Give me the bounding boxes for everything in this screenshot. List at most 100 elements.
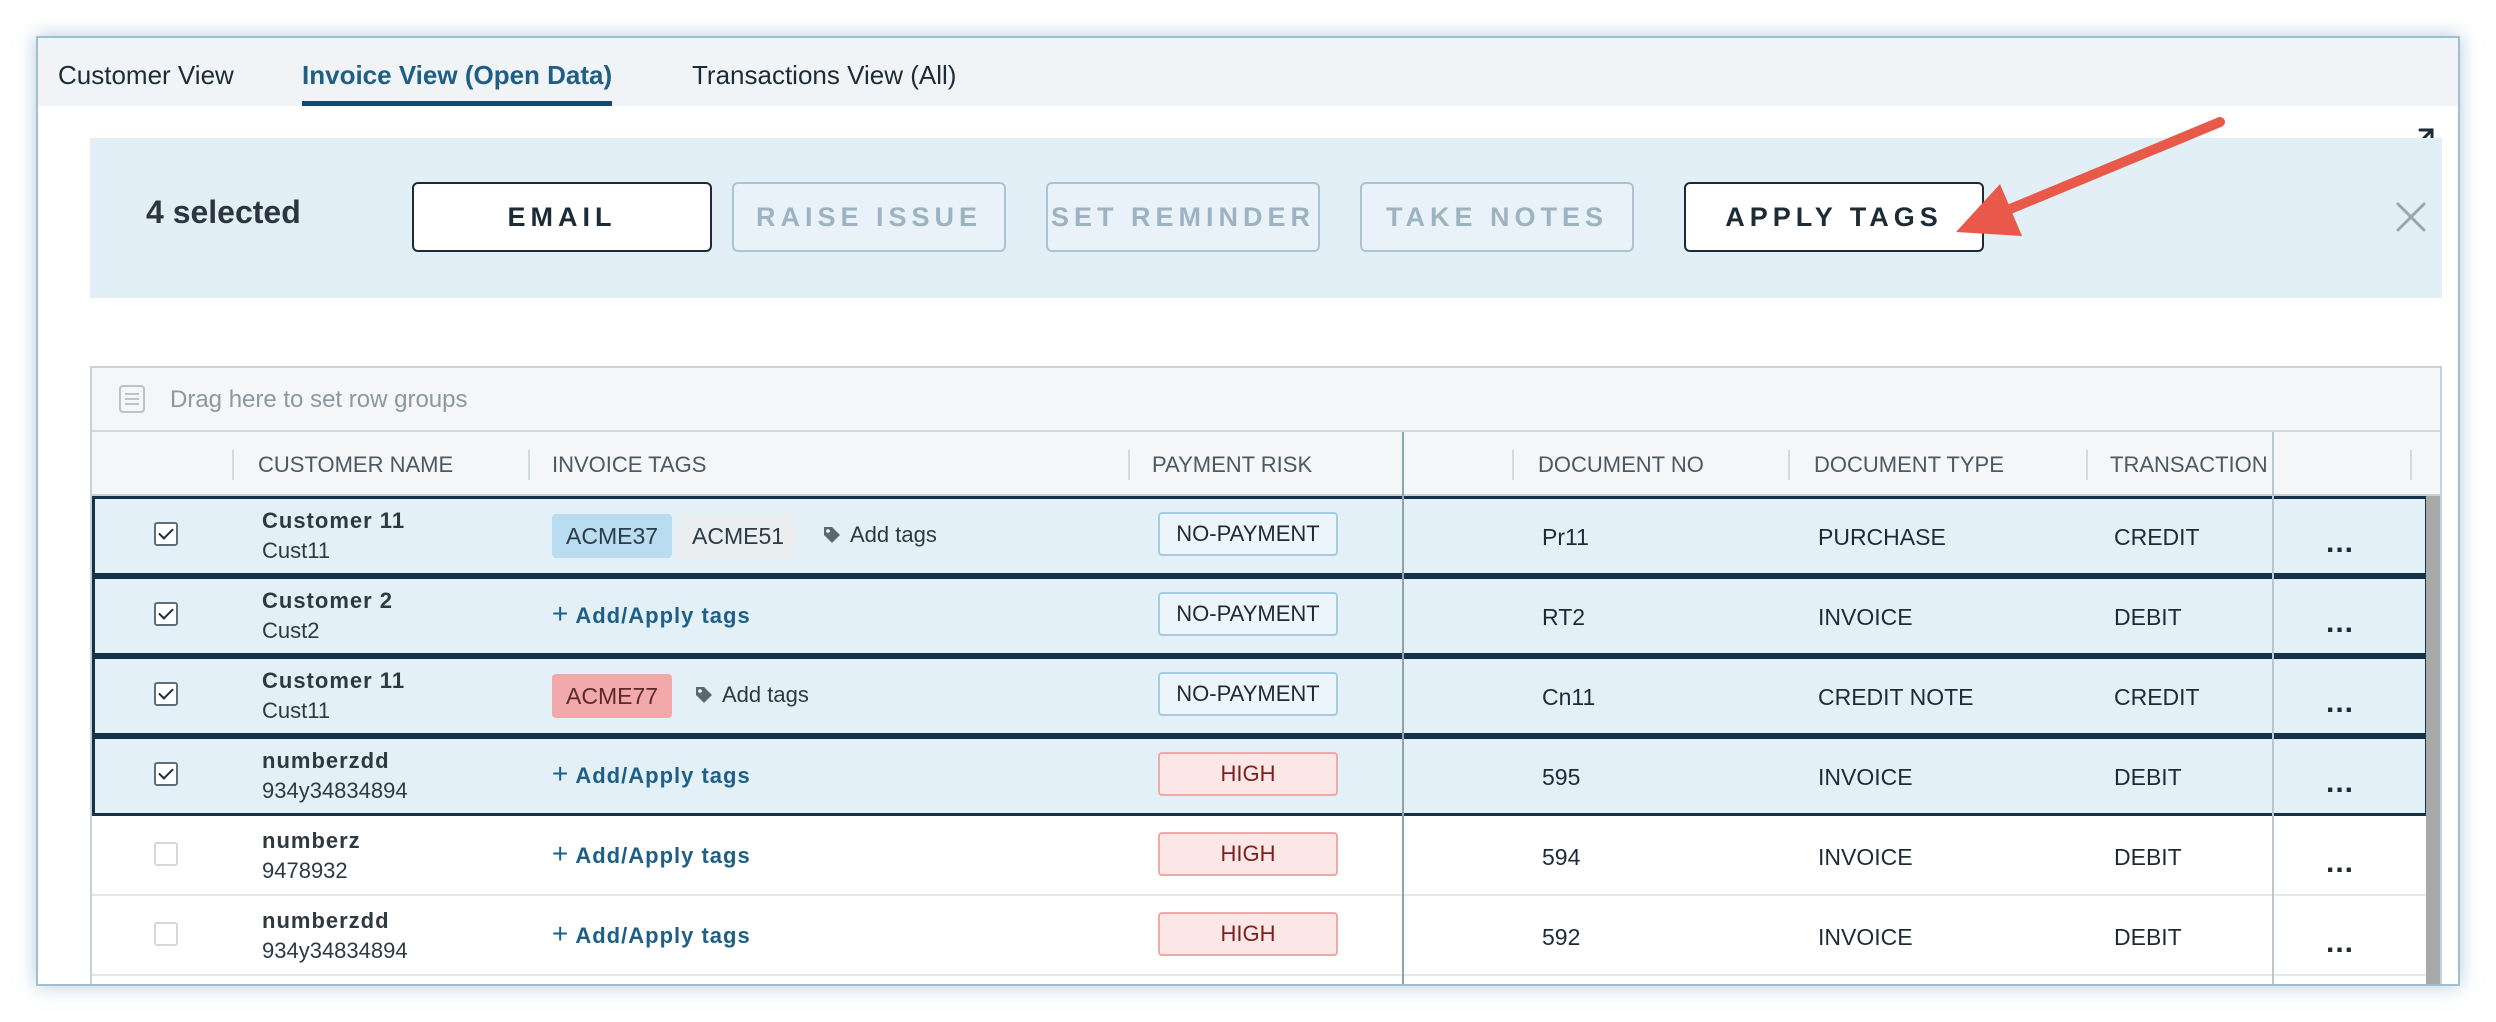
document-type: PURCHASE — [1818, 524, 1946, 550]
document-no: 592 — [1542, 924, 1581, 950]
add-apply-tags-button[interactable]: + Add/Apply tags — [552, 598, 751, 630]
document-type: CREDIT NOTE — [1818, 684, 1974, 710]
table-row[interactable]: numberzdd 934y34834894 + Add/Apply tags H… — [92, 736, 2428, 816]
row-group-icon — [119, 385, 145, 413]
transaction-type: DEBIT — [2114, 604, 2182, 630]
table-row[interactable]: numberzdd 934y34834894 + Add/Apply tags H… — [92, 896, 2428, 976]
transaction-type: CREDIT — [2114, 684, 2200, 710]
set-reminder-button[interactable]: SET REMINDER — [1046, 182, 1320, 252]
customer-name: numberz — [262, 828, 361, 853]
customer-name: numberzdd — [262, 748, 390, 773]
row-group-panel[interactable]: Drag here to set row groups — [92, 368, 2440, 432]
tab-transactions-view[interactable]: Transactions View (All) — [692, 60, 956, 106]
header-separator — [1512, 450, 1514, 480]
add-tags-button[interactable]: Add tags — [822, 522, 937, 548]
plus-icon: + — [552, 918, 570, 949]
plus-icon: + — [552, 838, 570, 869]
add-tags-button[interactable]: Add tags — [694, 682, 809, 708]
header-document-type[interactable]: DOCUMENT TYPE — [1814, 452, 2004, 478]
raise-issue-button[interactable]: RAISE ISSUE — [732, 182, 1006, 252]
row-checkbox[interactable] — [154, 922, 178, 946]
row-checkbox[interactable] — [154, 602, 178, 626]
add-tags-label: Add tags — [722, 682, 809, 707]
header-separator — [1128, 450, 1130, 480]
payment-risk-badge: NO-PAYMENT — [1158, 512, 1338, 556]
app-window: Customer View Invoice View (Open Data) T… — [36, 36, 2460, 986]
vertical-scrollbar[interactable] — [2426, 496, 2440, 984]
customer-name: Customer 11 — [262, 668, 406, 693]
add-apply-tags-label: Add/Apply tags — [575, 923, 751, 948]
document-no: 594 — [1542, 844, 1581, 870]
customer-name: Customer 11 — [262, 508, 406, 533]
customer-id: Cust11 — [262, 698, 331, 723]
selected-count: 4 selected — [146, 194, 301, 230]
add-apply-tags-button[interactable]: + Add/Apply tags — [552, 838, 751, 870]
row-checkbox[interactable] — [154, 762, 178, 786]
row-actions-menu[interactable]: ... — [2326, 926, 2354, 960]
row-group-placeholder: Drag here to set row groups — [170, 386, 468, 413]
take-notes-button[interactable]: TAKE NOTES — [1360, 182, 1634, 252]
invoice-tag[interactable]: ACME77 — [552, 674, 673, 718]
pinned-column-divider — [1402, 432, 1404, 984]
annotation-arrow-icon — [1956, 117, 2225, 236]
header-customer-name[interactable]: CUSTOMER NAME — [258, 452, 453, 478]
customer-name: numberzdd — [262, 908, 390, 933]
invoice-tag[interactable]: ACME51 — [678, 514, 799, 558]
row-checkbox[interactable] — [154, 522, 178, 546]
row-actions-menu[interactable]: ... — [2326, 526, 2354, 560]
document-no: Pr11 — [1542, 524, 1589, 550]
document-type: INVOICE — [1818, 604, 1913, 630]
payment-risk-badge: NO-PAYMENT — [1158, 592, 1338, 636]
document-type: INVOICE — [1818, 764, 1913, 790]
add-apply-tags-label: Add/Apply tags — [575, 843, 751, 868]
add-apply-tags-button[interactable]: + Add/Apply tags — [552, 758, 751, 790]
row-actions-menu[interactable]: ... — [2326, 686, 2354, 720]
header-payment-risk[interactable]: PAYMENT RISK — [1152, 452, 1312, 478]
document-no: 595 — [1542, 764, 1581, 790]
table-row[interactable]: Customer 11 Cust11 ACME77 Add tags NO-PA… — [92, 656, 2428, 736]
transaction-type: DEBIT — [2114, 924, 2182, 950]
row-checkbox[interactable] — [154, 842, 178, 866]
transaction-type: CREDIT — [2114, 524, 2200, 550]
document-type: INVOICE — [1818, 924, 1913, 950]
table-row[interactable]: Customer 2 Cust2 + Add/Apply tags NO-PAYM… — [92, 576, 2428, 656]
header-separator — [1788, 450, 1790, 480]
view-tabs: Customer View Invoice View (Open Data) T… — [38, 38, 2458, 106]
pinned-column-divider — [2272, 432, 2274, 984]
add-apply-tags-button[interactable]: + Add/Apply tags — [552, 918, 751, 950]
tab-customer-view[interactable]: Customer View — [58, 60, 234, 106]
table-row[interactable]: numberz 9478932 + Add/Apply tags HIGH 594… — [92, 816, 2428, 896]
add-apply-tags-label: Add/Apply tags — [575, 763, 751, 788]
customer-id: Cust11 — [262, 538, 331, 563]
header-document-no[interactable]: DOCUMENT NO — [1538, 452, 1704, 478]
close-icon[interactable] — [2394, 200, 2428, 234]
payment-risk-badge: HIGH — [1158, 752, 1338, 796]
customer-id: 9478932 — [262, 858, 348, 883]
payment-risk-badge: HIGH — [1158, 832, 1338, 876]
row-actions-menu[interactable]: ... — [2326, 766, 2354, 800]
customer-name: Customer 2 — [262, 588, 394, 613]
header-separator — [528, 450, 530, 480]
invoice-tag[interactable]: ACME37 — [552, 514, 673, 558]
customer-id: 934y34834894 — [262, 778, 408, 803]
header-invoice-tags[interactable]: INVOICE TAGS — [552, 452, 706, 478]
tag-icon — [696, 687, 712, 703]
customer-id: Cust2 — [262, 618, 320, 643]
customer-id: 934y34834894 — [262, 938, 408, 963]
email-button[interactable]: EMAIL — [412, 182, 712, 252]
table-row[interactable]: Customer 11 Cust11 ACME37 ACME51 Add tag… — [92, 496, 2428, 576]
payment-risk-badge: NO-PAYMENT — [1158, 672, 1338, 716]
grid-header: CUSTOMER NAME INVOICE TAGS PAYMENT RISK … — [92, 432, 2440, 496]
document-no: Cn11 — [1542, 684, 1596, 710]
header-separator — [232, 450, 234, 480]
row-checkbox[interactable] — [154, 682, 178, 706]
add-apply-tags-label: Add/Apply tags — [575, 603, 751, 628]
tag-icon — [824, 527, 840, 543]
transaction-type: DEBIT — [2114, 764, 2182, 790]
row-actions-menu[interactable]: ... — [2326, 846, 2354, 880]
document-no: RT2 — [1542, 604, 1586, 630]
header-separator — [2410, 450, 2412, 480]
tab-invoice-view[interactable]: Invoice View (Open Data) — [302, 60, 613, 106]
header-transaction[interactable]: TRANSACTION — [2110, 452, 2268, 478]
row-actions-menu[interactable]: ... — [2326, 606, 2354, 640]
